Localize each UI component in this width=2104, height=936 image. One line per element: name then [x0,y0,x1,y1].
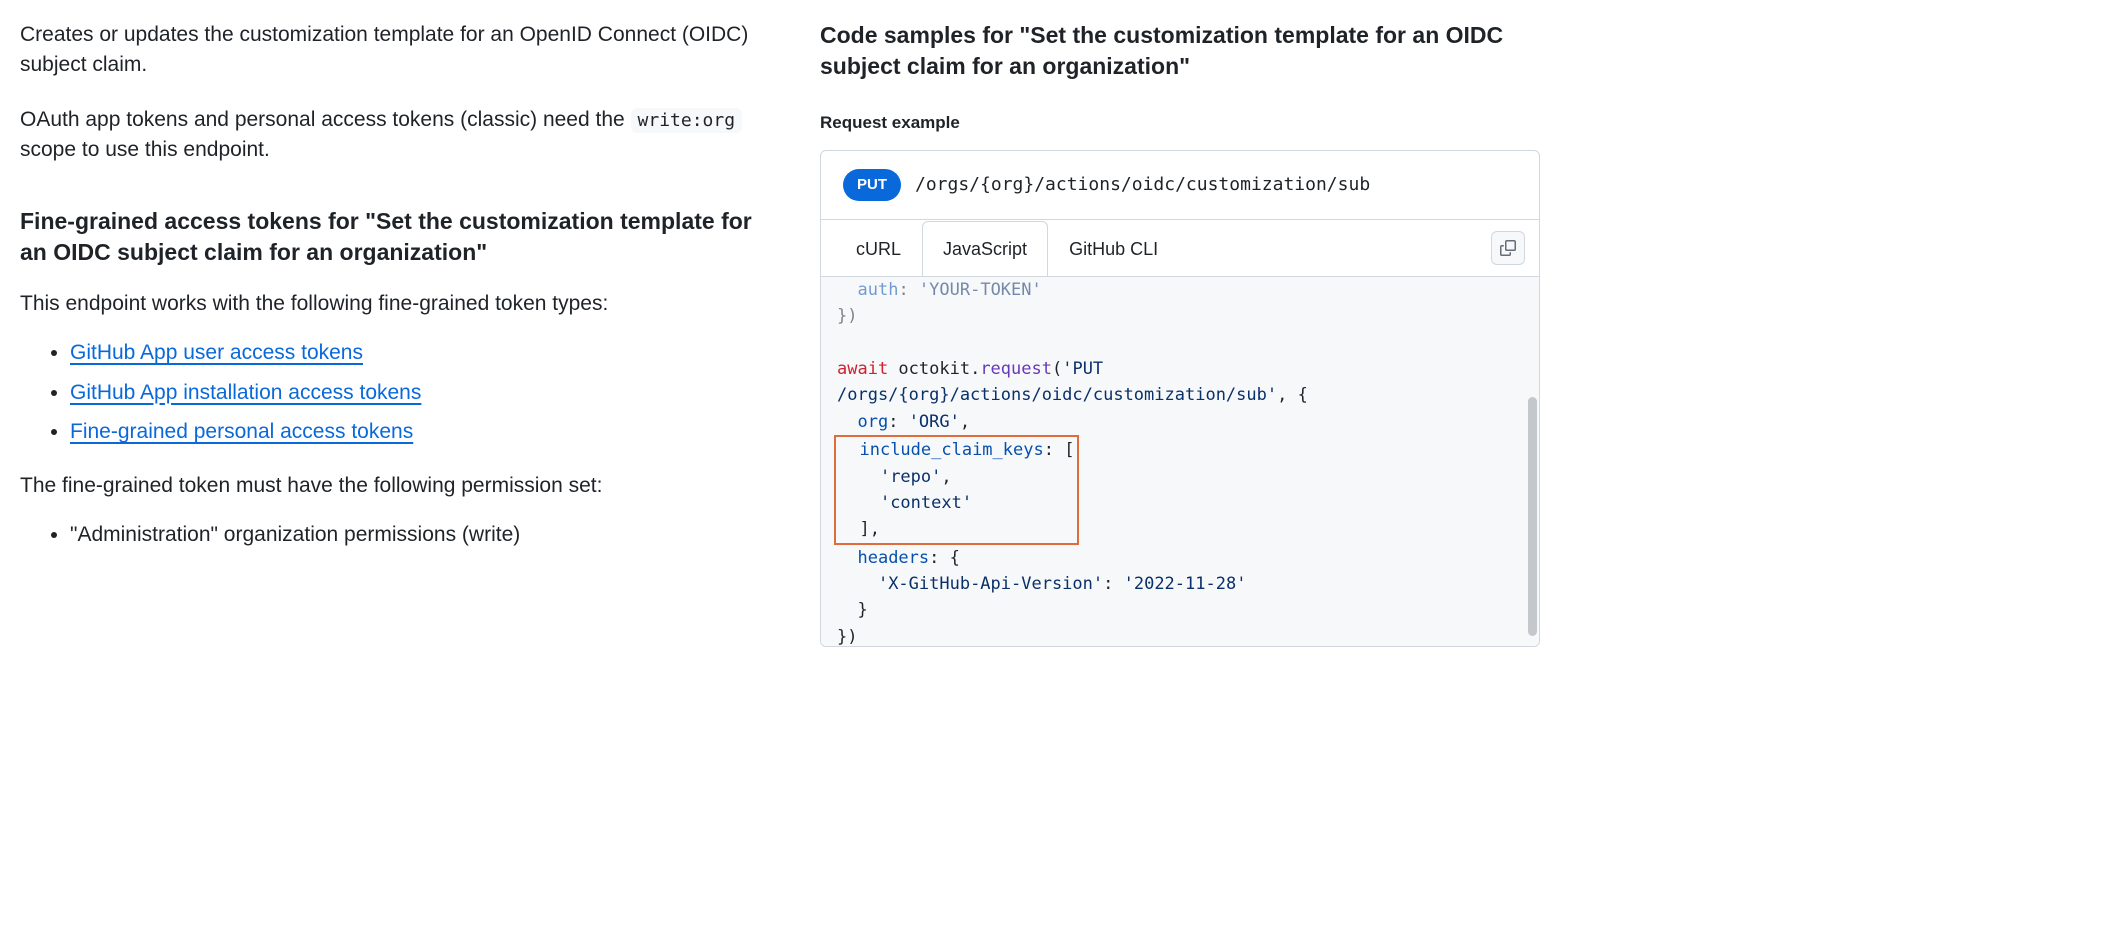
token-types-intro: This endpoint works with the following f… [20,288,760,320]
token-link-1[interactable]: GitHub App installation access tokens [70,381,421,404]
copy-button[interactable] [1491,231,1525,265]
oauth-text: OAuth app tokens and personal access tok… [20,105,760,166]
code-panel[interactable]: auth: 'YOUR-TOKEN' }) await octokit.requ… [821,276,1539,646]
endpoint-path: /orgs/{org}/actions/oidc/customization/s… [915,171,1370,198]
list-item: Fine-grained personal access tokens [70,416,760,448]
http-method-badge: PUT [843,169,901,202]
oauth-pre: OAuth app tokens and personal access tok… [20,108,631,131]
highlighted-param: include_claim_keys: [ 'repo', 'context' … [834,435,1079,544]
tab-javascript[interactable]: JavaScript [922,221,1048,277]
tab-github-cli[interactable]: GitHub CLI [1048,221,1179,277]
scope-code: write:org [631,108,743,133]
code-samples-heading: Code samples for "Set the customization … [820,20,1540,82]
copy-icon [1500,240,1516,256]
left-column: Creates or updates the customization tem… [20,20,780,647]
fine-grained-heading: Fine-grained access tokens for "Set the … [20,206,760,268]
scrollbar[interactable] [1528,397,1537,636]
code-sample-box: PUT /orgs/{org}/actions/oidc/customizati… [820,150,1540,648]
list-item: GitHub App user access tokens [70,337,760,369]
intro-text: Creates or updates the customization tem… [20,20,760,81]
request-example-label: Request example [820,110,1540,136]
token-link-list: GitHub App user access tokens GitHub App… [70,337,760,448]
method-row: PUT /orgs/{org}/actions/oidc/customizati… [821,151,1539,221]
code-content: auth: 'YOUR-TOKEN' }) await octokit.requ… [837,277,1523,646]
tabs-row: cURL JavaScript GitHub CLI [821,220,1539,276]
token-link-2[interactable]: Fine-grained personal access tokens [70,420,413,443]
list-item: GitHub App installation access tokens [70,377,760,409]
right-column: Code samples for "Set the customization … [820,20,1540,647]
perm-intro: The fine-grained token must have the fol… [20,470,760,502]
tab-curl[interactable]: cURL [835,221,922,277]
perm-list: "Administration" organization permission… [70,519,760,551]
perm-item: "Administration" organization permission… [70,519,760,551]
token-link-0[interactable]: GitHub App user access tokens [70,341,363,364]
oauth-post: scope to use this endpoint. [20,138,270,161]
